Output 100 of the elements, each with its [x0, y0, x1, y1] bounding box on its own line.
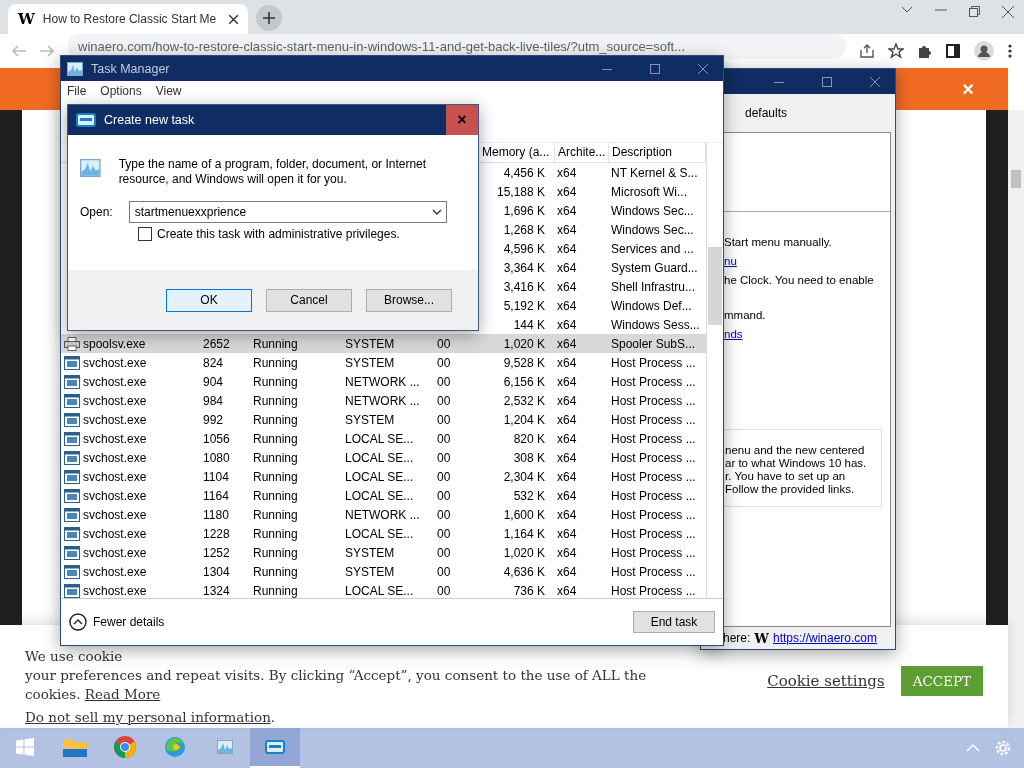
cpu-cell: 00 [437, 564, 451, 579]
article-text: Start menu manually. [724, 236, 833, 250]
end-task-button[interactable]: End task [633, 611, 715, 633]
user-cell: SYSTEM [345, 355, 395, 370]
side-panel-icon[interactable] [946, 44, 960, 58]
restore-icon[interactable] [969, 6, 980, 17]
close-button[interactable]: × [446, 105, 478, 135]
share-icon[interactable] [860, 44, 874, 58]
service-window-icon [64, 507, 80, 522]
architecture-cell: x64 [557, 412, 577, 427]
process-name: svchost.exe [83, 583, 147, 598]
printer-icon [64, 336, 80, 351]
process-row[interactable]: svchost.exe 984 Running NETWORK ... 00 2,532 K x64 Host Process ... [61, 391, 706, 410]
close-icon[interactable] [1002, 6, 1014, 18]
pid-cell: 2652 [203, 336, 230, 351]
description-cell: Windows Sess... [611, 317, 700, 332]
pid-cell: 1164 [203, 488, 229, 503]
description-cell: Host Process ... [611, 507, 696, 522]
cookie-text: your preferences and repeat visits. By clicking “Accept”, you consent to the use of ALL the [25, 666, 648, 685]
read-more-link[interactable]: Read More [84, 686, 161, 702]
process-row[interactable]: svchost.exe 824 Running SYSTEM 00 9,528 K x64 Host Process ... [61, 353, 706, 372]
maximize-icon[interactable] [650, 63, 660, 74]
memory-cell: 1,696 K [503, 203, 545, 218]
article-link[interactable]: nds [724, 328, 743, 340]
architecture-cell: x64 [557, 260, 577, 275]
dialog-button[interactable]: Browse... [366, 288, 452, 312]
memory-cell: 736 K [513, 583, 545, 598]
task-manager-icon [217, 740, 233, 754]
process-name: svchost.exe [83, 374, 147, 389]
architecture-cell: x64 [557, 526, 577, 541]
user-cell: NETWORK ... [345, 393, 420, 408]
close-icon[interactable] [229, 14, 238, 24]
checkbox-label: Create this task with administrative privileges. [157, 227, 400, 241]
menu-item[interactable]: Options [100, 84, 142, 98]
minimize-icon[interactable] [602, 67, 612, 70]
process-row[interactable]: spoolsv.exe 2652 Running SYSTEM 00 1,020 K x64 Spooler SubS... [61, 334, 706, 353]
service-window-icon [64, 545, 80, 560]
star-icon[interactable] [888, 43, 904, 59]
architecture-cell: x64 [557, 450, 577, 465]
cpu-cell: 00 [437, 583, 451, 598]
architecture-cell: x64 [557, 431, 577, 446]
service-window-icon [64, 469, 80, 484]
memory-cell: 1,164 K [503, 526, 545, 541]
memory-cell: 1,020 K [503, 545, 545, 560]
scrollbar[interactable] [706, 143, 723, 598]
user-cell: LOCAL SE... [345, 526, 414, 541]
process-row[interactable]: svchost.exe 1164 Running LOCAL SE... 00 532 K x64 Host Process ... [61, 486, 706, 505]
process-name: svchost.exe [83, 412, 147, 427]
process-row[interactable]: svchost.exe 1252 Running SYSTEM 00 1,020 K x64 Host Process ... [61, 543, 706, 562]
plus-icon [263, 12, 275, 24]
user-cell: SYSTEM [345, 336, 395, 351]
process-row[interactable]: svchost.exe 1324 Running LOCAL SE... 00 736 K x64 Host Process ... [61, 581, 706, 600]
maximize-icon[interactable] [822, 76, 832, 87]
admin-checkbox[interactable] [138, 227, 152, 241]
pid-cell: 1228 [203, 526, 230, 541]
website-link[interactable]: https://winaero.com [772, 631, 877, 645]
profile-avatar-icon[interactable] [974, 41, 994, 61]
cookie-text: We use cookie [25, 647, 124, 666]
memory-cell: 1,600 K [503, 507, 545, 522]
description-cell: Host Process ... [611, 412, 696, 427]
collapse-icon[interactable] [69, 613, 87, 631]
column-header[interactable]: Archite... [555, 143, 609, 162]
process-row[interactable]: svchost.exe 1180 Running NETWORK ... 00 1,600 K x64 Host Process ... [61, 505, 706, 524]
menu-item[interactable]: View [155, 84, 182, 98]
process-row[interactable]: svchost.exe 1228 Running LOCAL SE... 00 1,164 K x64 Host Process ... [61, 524, 706, 543]
process-row[interactable]: svchost.exe 992 Running SYSTEM 00 1,204 K x64 Host Process ... [61, 410, 706, 429]
memory-cell: 2,532 K [503, 393, 545, 408]
note-text: ar to what Windows 10 has. [725, 457, 868, 470]
description-cell: Host Process ... [611, 583, 696, 598]
process-name: svchost.exe [83, 450, 147, 465]
process-name: spoolsv.exe [83, 336, 146, 351]
fewer-details-link[interactable]: Fewer details [93, 615, 165, 629]
note-text: Follow the provided links. [725, 483, 856, 496]
process-row[interactable]: svchost.exe 904 Running NETWORK ... 00 6,156 K x64 Host Process ... [61, 372, 706, 391]
process-row[interactable]: svchost.exe 1304 Running SYSTEM 00 4,636 K x64 Host Process ... [61, 562, 706, 581]
architecture-cell: x64 [557, 222, 577, 237]
article-link[interactable]: nu [724, 255, 737, 267]
puzzle-piece-icon[interactable] [918, 44, 932, 58]
process-name: svchost.exe [83, 545, 147, 560]
more-menu-icon[interactable] [1008, 44, 1012, 58]
open-combobox[interactable]: startmenuexxprience [128, 201, 447, 223]
new-tab-button[interactable] [256, 5, 282, 31]
process-row[interactable]: svchost.exe 1056 Running LOCAL SE... 00 820 K x64 Host Process ... [61, 429, 706, 448]
do-not-sell-link[interactable]: Do not sell my personal information [25, 709, 271, 725]
dialog-button[interactable]: Cancel [266, 288, 352, 312]
user-cell: SYSTEM [345, 412, 395, 427]
process-row[interactable]: svchost.exe 1104 Running LOCAL SE... 00 2,304 K x64 Host Process ... [61, 467, 706, 486]
dialog-button[interactable]: OK [166, 288, 252, 312]
menu-item[interactable]: File [67, 84, 87, 98]
description-cell: Host Process ... [611, 374, 696, 389]
description-cell: Host Process ... [611, 450, 696, 465]
footer-label: here: [723, 631, 751, 645]
minimize-icon[interactable] [774, 80, 784, 83]
pid-cell: 824 [203, 355, 224, 370]
browser-tab[interactable]: W How to Restore Classic Start Me [8, 4, 248, 34]
process-row[interactable]: svchost.exe 1080 Running LOCAL SE... 00 308 K x64 Host Process ... [61, 448, 706, 467]
taskbar-button[interactable] [250, 728, 300, 768]
page-scrollbar[interactable] [1008, 110, 1024, 728]
cookie-settings-link[interactable]: Cookie settings [767, 672, 885, 690]
chevron-down-icon[interactable] [901, 6, 913, 14]
